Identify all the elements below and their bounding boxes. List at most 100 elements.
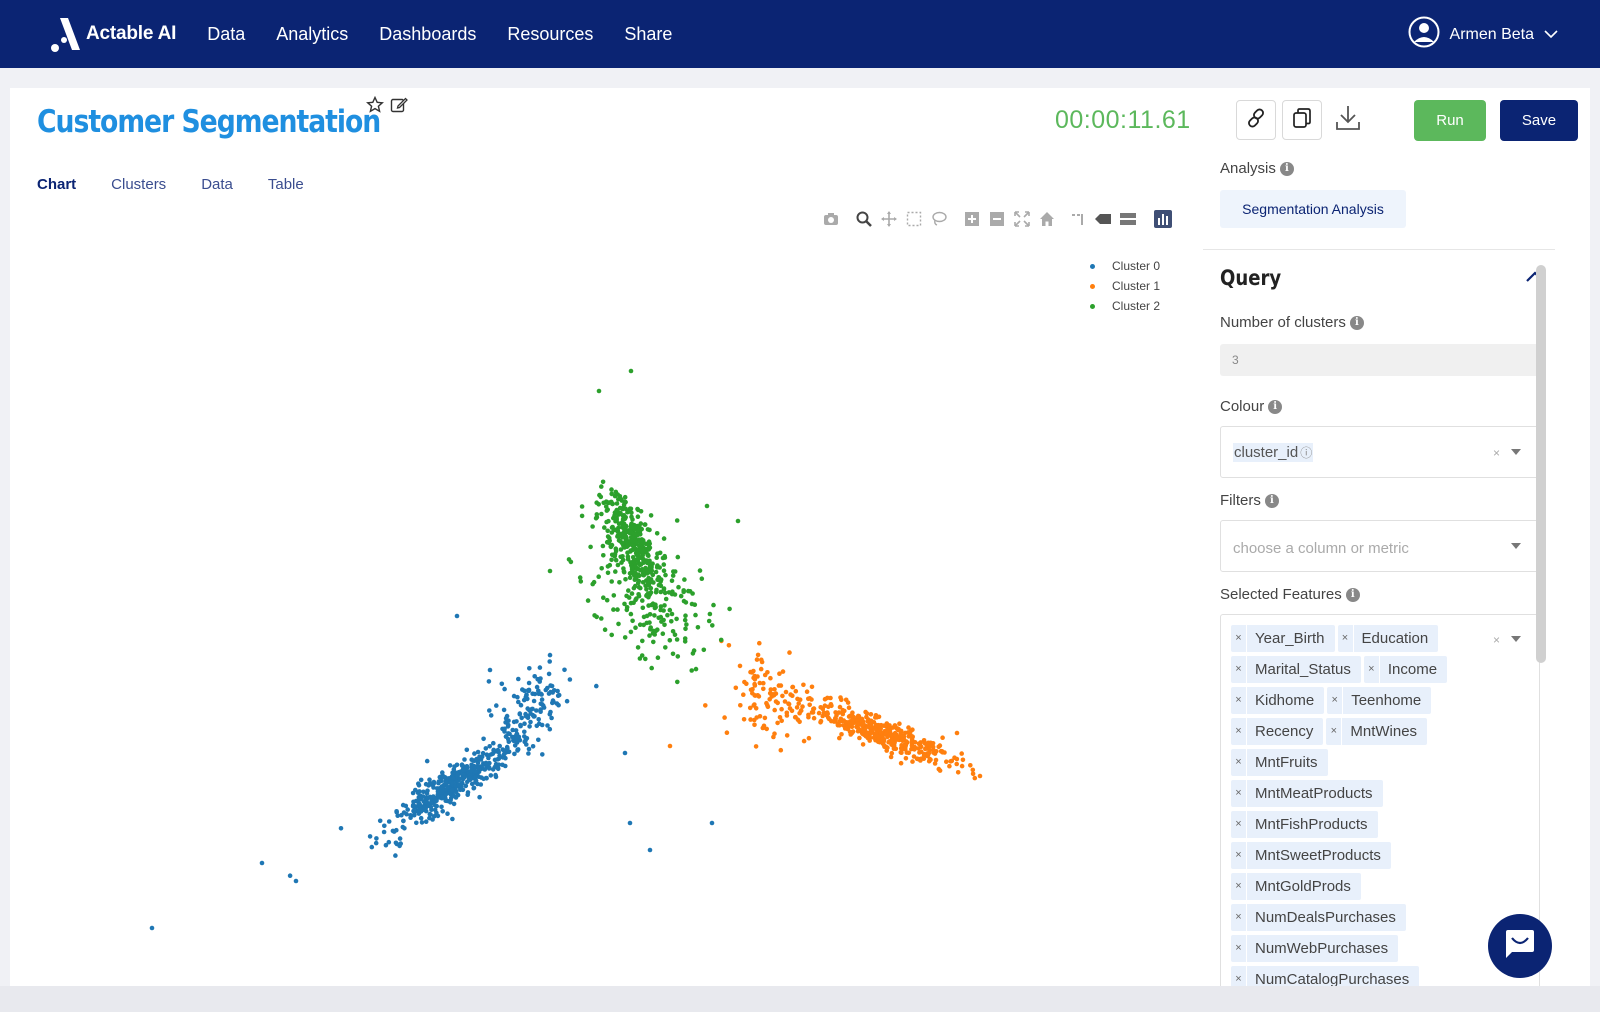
analysis-type-chip[interactable]: Segmentation Analysis — [1220, 190, 1406, 228]
remove-tag-icon[interactable]: × — [1231, 842, 1247, 869]
scatter-point — [590, 524, 595, 529]
scatter-point — [421, 789, 426, 795]
tab-clusters[interactable]: Clusters — [111, 176, 166, 193]
save-button[interactable]: Save — [1500, 100, 1578, 141]
legend-item-cluster-2[interactable]: Cluster 2 — [1090, 296, 1160, 316]
plotly-logo-icon[interactable] — [1154, 210, 1172, 228]
remove-tag-icon[interactable]: × — [1231, 687, 1247, 714]
remove-tag-icon[interactable]: × — [1327, 687, 1344, 714]
scatter-point — [888, 754, 894, 760]
feature-tag[interactable]: × Teenhome — [1327, 687, 1432, 714]
scatter-point — [807, 702, 812, 708]
autoscale-icon[interactable] — [1013, 210, 1031, 228]
hover-compare-icon[interactable] — [1119, 210, 1137, 228]
duplicate-button[interactable] — [1282, 100, 1322, 140]
feature-tag[interactable]: × Year_Birth — [1231, 625, 1335, 652]
feature-tag[interactable]: × Income — [1363, 656, 1448, 683]
feature-tag-label: Marital_Status — [1255, 661, 1351, 678]
home-icon[interactable] — [1038, 210, 1056, 228]
spike-lines-icon[interactable] — [1069, 210, 1087, 228]
scatter-plot[interactable] — [10, 238, 1190, 998]
scatter-point — [495, 766, 501, 772]
remove-tag-icon[interactable]: × — [1231, 811, 1247, 838]
scatter-point — [954, 756, 960, 762]
copy-link-button[interactable] — [1236, 100, 1276, 140]
remove-tag-icon[interactable]: × — [1231, 904, 1247, 931]
camera-icon[interactable] — [822, 210, 840, 228]
clear-icon[interactable]: × — [1493, 633, 1500, 647]
feature-tag[interactable]: × MntGoldProds — [1231, 873, 1361, 900]
legend-item-cluster-1[interactable]: Cluster 1 — [1090, 276, 1160, 296]
tab-data[interactable]: Data — [201, 176, 233, 193]
feature-tag[interactable]: × MntMeatProducts — [1231, 780, 1383, 807]
scatter-point — [683, 600, 689, 605]
info-icon[interactable]: i — [1279, 161, 1294, 176]
scatter-point — [530, 706, 535, 712]
info-icon[interactable]: i — [1345, 587, 1360, 602]
remove-tag-icon[interactable]: × — [1231, 780, 1247, 807]
zoom-out-icon[interactable] — [988, 210, 1006, 228]
scatter-point — [661, 562, 667, 567]
feature-tag[interactable]: × MntSweetProducts — [1231, 842, 1391, 869]
remove-tag-icon[interactable]: × — [1231, 873, 1247, 900]
scatter-point — [652, 613, 657, 618]
nav-analytics[interactable]: Analytics — [276, 24, 348, 45]
remove-tag-icon[interactable]: × — [1326, 718, 1343, 745]
remove-tag-icon[interactable]: × — [1231, 625, 1247, 652]
info-icon[interactable]: i — [1349, 315, 1364, 330]
lasso-select-icon[interactable] — [930, 210, 948, 228]
scatter-point — [522, 734, 527, 739]
box-select-icon[interactable] — [905, 210, 923, 228]
run-button[interactable]: Run — [1414, 100, 1486, 141]
chat-support-button[interactable] — [1488, 914, 1552, 978]
edit-icon[interactable] — [390, 96, 408, 119]
num-clusters-input[interactable]: 3 — [1220, 344, 1540, 376]
feature-tag[interactable]: × Marital_Status — [1231, 656, 1361, 683]
scatter-point — [604, 508, 610, 513]
filters-select[interactable]: choose a column or metric — [1220, 520, 1540, 572]
nav-share[interactable]: Share — [624, 24, 672, 45]
feature-tag[interactable]: × NumWebPurchases — [1231, 935, 1399, 962]
feature-tag[interactable]: × MntWines — [1326, 718, 1428, 745]
nav-resources[interactable]: Resources — [507, 24, 593, 45]
remove-tag-icon[interactable]: × — [1231, 656, 1247, 683]
zoom-icon[interactable] — [855, 210, 873, 228]
pan-icon[interactable] — [880, 210, 898, 228]
nav-dashboards[interactable]: Dashboards — [379, 24, 476, 45]
zoom-in-icon[interactable] — [963, 210, 981, 228]
remove-tag-icon[interactable]: × — [1231, 935, 1247, 962]
feature-tag[interactable]: × Recency — [1231, 718, 1324, 745]
scatter-point — [699, 576, 705, 581]
nav-data[interactable]: Data — [207, 24, 245, 45]
scatter-point — [638, 543, 643, 549]
clear-icon[interactable]: × — [1493, 446, 1500, 460]
scatter-point — [525, 696, 530, 702]
feature-tag[interactable]: × MntFruits — [1231, 749, 1328, 776]
colour-select[interactable]: cluster_id ⓘ × — [1220, 426, 1540, 478]
scatter-point — [635, 506, 640, 512]
scatter-point — [790, 684, 796, 690]
download-button[interactable] — [1328, 100, 1368, 140]
feature-tag[interactable]: × MntFishProducts — [1231, 811, 1378, 838]
caret-down-icon[interactable] — [1511, 449, 1521, 455]
feature-tag[interactable]: × Education — [1337, 625, 1439, 652]
feature-tag[interactable]: × NumDealsPurchases — [1231, 904, 1406, 931]
tab-table[interactable]: Table — [268, 176, 304, 193]
feature-tag[interactable]: × Kidhome — [1231, 687, 1325, 714]
caret-down-icon[interactable] — [1511, 543, 1521, 549]
caret-down-icon[interactable] — [1511, 636, 1521, 642]
remove-tag-icon[interactable]: × — [1231, 749, 1247, 776]
tab-chart[interactable]: Chart — [37, 176, 76, 193]
legend-item-cluster-0[interactable]: Cluster 0 — [1090, 256, 1160, 276]
info-icon[interactable]: i — [1268, 399, 1283, 414]
brand[interactable]: Actable AI — [46, 14, 176, 54]
info-icon[interactable]: i — [1264, 493, 1279, 508]
remove-tag-icon[interactable]: × — [1364, 656, 1380, 683]
colour-label: Colour i — [1220, 398, 1283, 415]
remove-tag-icon[interactable]: × — [1338, 625, 1354, 652]
star-icon[interactable] — [366, 95, 384, 119]
hover-closest-icon[interactable] — [1094, 210, 1112, 228]
user-menu[interactable]: Armen Beta — [1408, 16, 1558, 53]
remove-tag-icon[interactable]: × — [1231, 718, 1247, 745]
panel-scrollbar[interactable] — [1536, 265, 1546, 663]
